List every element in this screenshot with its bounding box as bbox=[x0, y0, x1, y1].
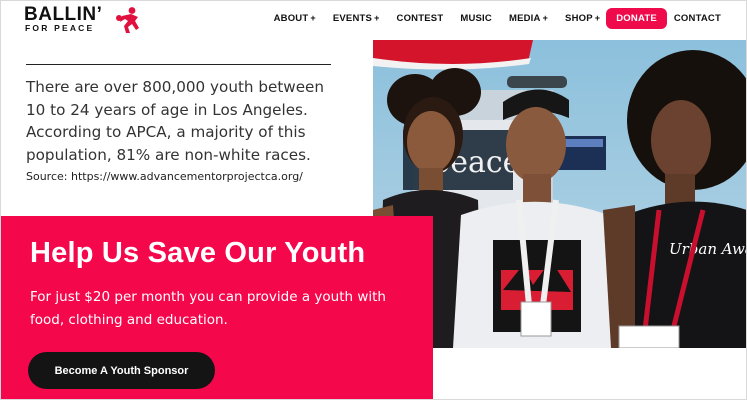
youth-statistic: There are over 800,000 youth between 10 … bbox=[26, 64, 332, 184]
basketball-player-icon bbox=[116, 7, 139, 33]
site-header: BALLIN’ FOR PEACE ABOUT + EVENTS + CONTE… bbox=[0, 0, 747, 40]
nav-shop[interactable]: SHOP + bbox=[565, 13, 600, 24]
nav-shop-label: SHOP bbox=[565, 12, 593, 24]
nav-media-label: MEDIA bbox=[508, 12, 541, 24]
cta-heading: Help Us Save Our Youth bbox=[30, 237, 366, 269]
nav-about-label: ABOUT bbox=[273, 12, 309, 24]
logo-wordmark: BALLIN’ bbox=[24, 4, 103, 25]
nav-contest[interactable]: CONTEST bbox=[397, 13, 444, 24]
shirt-text: Urban Awards bbox=[669, 240, 747, 258]
dropdown-plus-icon: + bbox=[310, 13, 316, 23]
nav-about[interactable]: ABOUT + bbox=[274, 13, 316, 24]
nav-media[interactable]: MEDIA + bbox=[509, 13, 548, 24]
become-sponsor-button[interactable]: Become A Youth Sponsor bbox=[28, 352, 215, 389]
dropdown-plus-icon: + bbox=[542, 13, 549, 23]
site-logo[interactable]: BALLIN’ FOR PEACE bbox=[24, 5, 144, 35]
donate-button[interactable]: DONATE bbox=[606, 7, 667, 29]
dropdown-plus-icon: + bbox=[374, 13, 380, 23]
divider bbox=[26, 64, 331, 65]
nav-contact[interactable]: CONTACT bbox=[674, 13, 721, 24]
statistic-source: Source: https://www.advancementorproject… bbox=[26, 170, 303, 183]
nav-events[interactable]: EVENTS + bbox=[333, 13, 380, 24]
nav-music[interactable]: MUSIC bbox=[460, 13, 492, 24]
dropdown-plus-icon: + bbox=[594, 13, 601, 23]
cta-description: For just $20 per month you can provide a… bbox=[30, 289, 386, 328]
nav-music-label: MUSIC bbox=[460, 12, 492, 24]
statistic-text: There are over 800,000 youth between 10 … bbox=[26, 78, 325, 164]
sponsor-cta-panel: Help Us Save Our Youth For just $20 per … bbox=[0, 216, 433, 400]
logo-tagline: FOR PEACE bbox=[25, 23, 95, 33]
nav-events-label: EVENTS bbox=[332, 12, 373, 24]
nav-contest-label: CONTEST bbox=[396, 12, 444, 24]
main-nav: ABOUT + EVENTS + CONTEST MUSIC MEDIA + S… bbox=[274, 7, 721, 29]
